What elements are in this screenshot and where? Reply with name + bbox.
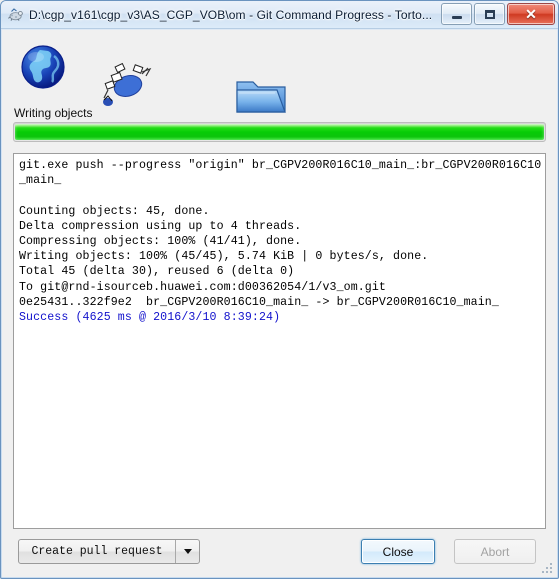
globe-icon [18, 42, 68, 92]
transfer-animation-strip: Writing objects [2, 30, 557, 122]
folder-icon [233, 72, 291, 120]
window-close-button[interactable]: ✕ [507, 3, 555, 25]
create-pull-request-split-button[interactable]: Create pull request [18, 539, 200, 564]
close-button[interactable]: Close [361, 539, 435, 564]
maximize-icon [484, 9, 495, 19]
window-controls: ✕ [441, 3, 555, 25]
tortoisegit-icon [7, 6, 24, 23]
close-icon: ✕ [525, 6, 537, 22]
abort-button: Abort [454, 539, 536, 564]
minimize-icon [451, 16, 462, 19]
client-area: Writing objects git.exe push --progress … [2, 29, 557, 577]
title-bar[interactable]: D:\cgp_v161\cgp_v3\AS_CGP_VOB\om - Git C… [1, 1, 558, 29]
maximize-button[interactable] [474, 3, 505, 25]
create-pull-request-label: Create pull request [31, 545, 163, 558]
abort-button-label: Abort [480, 544, 510, 559]
command-output-text: git.exe push --progress "origin" br_CGPV… [19, 159, 542, 309]
operation-status-label: Writing objects [14, 106, 93, 120]
resize-grip[interactable] [542, 563, 554, 575]
progress-bar-fill [15, 124, 544, 140]
file-transfer-icon [98, 60, 154, 112]
git-command-progress-window: D:\cgp_v161\cgp_v3\AS_CGP_VOB\om - Git C… [0, 0, 559, 579]
window-title: D:\cgp_v161\cgp_v3\AS_CGP_VOB\om - Git C… [29, 7, 433, 22]
command-output-panel[interactable]: git.exe push --progress "origin" br_CGPV… [13, 153, 546, 529]
minimize-button[interactable] [441, 3, 472, 25]
dialog-button-bar: Create pull request Close Abort [2, 529, 557, 577]
close-button-label: Close [382, 544, 414, 559]
progress-bar [13, 122, 546, 142]
create-pull-request-dropdown-button[interactable] [176, 540, 199, 563]
command-result-line: Success (4625 ms @ 2016/3/10 8:39:24) [19, 311, 281, 325]
chevron-down-icon [183, 549, 192, 554]
create-pull-request-button[interactable]: Create pull request [19, 540, 176, 563]
